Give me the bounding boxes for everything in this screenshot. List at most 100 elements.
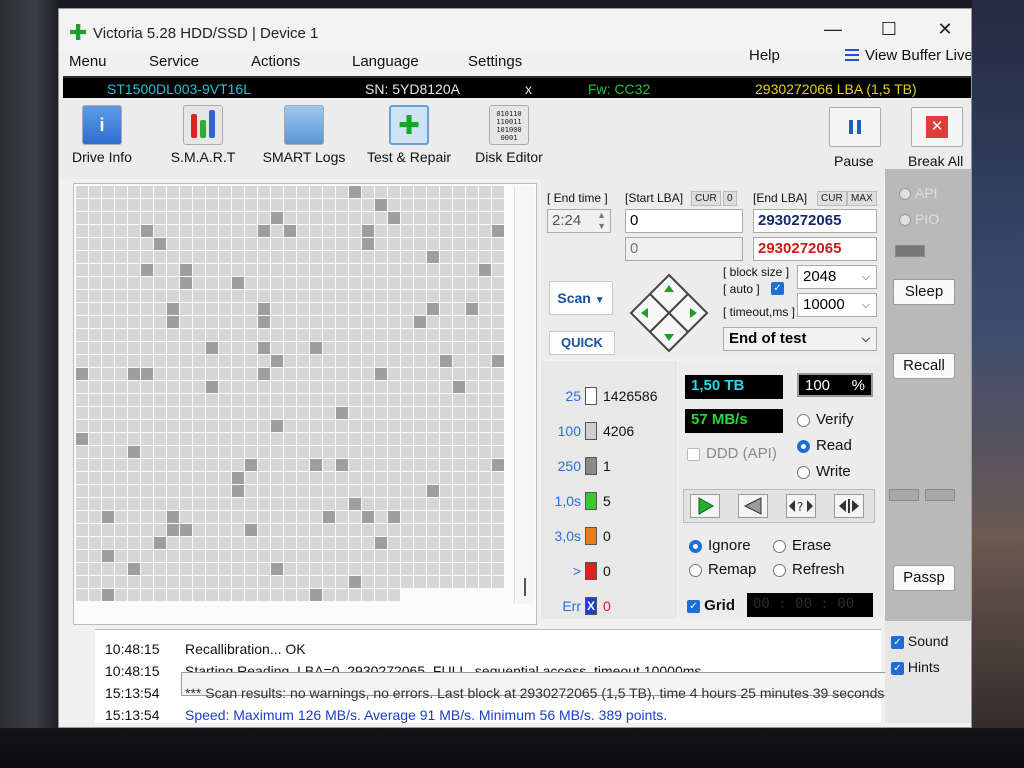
block-cell bbox=[193, 238, 205, 250]
api-radio[interactable]: API bbox=[899, 185, 938, 201]
smart-button[interactable]: S.M.A.R.T bbox=[165, 105, 241, 165]
close-button[interactable]: ✕ bbox=[921, 15, 969, 43]
block-cell bbox=[154, 381, 166, 393]
block-cell bbox=[323, 186, 335, 198]
jump-button[interactable]: ? bbox=[786, 494, 816, 518]
sound-checkbox[interactable]: ✓ Sound bbox=[891, 633, 948, 649]
block-cell bbox=[375, 355, 387, 367]
block-cell bbox=[401, 264, 413, 276]
menu-help[interactable]: Help bbox=[749, 47, 780, 64]
block-cell bbox=[115, 394, 127, 406]
block-cell bbox=[128, 446, 140, 458]
block-cell bbox=[375, 576, 387, 588]
quick-button[interactable]: QUICK bbox=[549, 331, 615, 355]
block-cell bbox=[167, 576, 179, 588]
timeout-select[interactable]: 10000 ⌵ bbox=[797, 293, 877, 317]
end-lba-field[interactable]: 2930272065 bbox=[753, 209, 877, 233]
block-cell bbox=[375, 394, 387, 406]
direction-pad[interactable] bbox=[629, 273, 709, 353]
end-max-tag[interactable]: MAX bbox=[847, 191, 877, 206]
device-capacity: 2930272066 LBA (1,5 TB) bbox=[755, 81, 917, 97]
block-size-select[interactable]: 2048 ⌵ bbox=[797, 265, 877, 289]
radio-dot-icon bbox=[899, 214, 911, 227]
block-cell bbox=[362, 342, 374, 354]
break-all-button[interactable]: ✕ bbox=[911, 107, 963, 147]
start-cur-tag[interactable]: CUR bbox=[691, 191, 721, 206]
block-cell bbox=[180, 420, 192, 432]
maximize-button[interactable]: ☐ bbox=[865, 15, 913, 43]
block-cell bbox=[141, 251, 153, 263]
end-cur-tag[interactable]: CUR bbox=[817, 191, 847, 206]
event-log[interactable]: 10:48:15 Recallibration... OK 10:48:15 Star… bbox=[95, 629, 961, 723]
block-cell bbox=[479, 472, 491, 484]
block-cell bbox=[76, 420, 88, 432]
pause-button[interactable] bbox=[829, 107, 881, 147]
block-cell bbox=[453, 407, 465, 419]
menu-service[interactable]: Service bbox=[149, 53, 199, 70]
speed-display: 57 MB/s bbox=[685, 409, 783, 433]
block-cell bbox=[427, 420, 439, 432]
disk-editor-button[interactable]: 010110 110011 101000 0001 Disk Editor bbox=[471, 105, 547, 165]
passp-button[interactable]: Passp bbox=[893, 565, 955, 591]
block-cell bbox=[180, 277, 192, 289]
ddd-api-checkbox[interactable]: DDD (API) bbox=[687, 445, 777, 462]
drive-info-button[interactable]: i Drive Info bbox=[69, 105, 135, 165]
smart-logs-button[interactable]: SMART Logs bbox=[261, 105, 347, 165]
menu-language[interactable]: Language bbox=[352, 53, 419, 70]
grid-checkbox[interactable]: ✓ Grid bbox=[687, 597, 735, 614]
block-cell bbox=[414, 381, 426, 393]
block-cell bbox=[167, 459, 179, 471]
start-lba-field[interactable]: 0 bbox=[625, 209, 743, 233]
refresh-radio[interactable]: Refresh bbox=[773, 561, 845, 578]
block-cell bbox=[141, 511, 153, 523]
device-close-button[interactable]: x bbox=[525, 81, 532, 97]
menu-settings[interactable]: Settings bbox=[468, 53, 522, 70]
hints-checkbox[interactable]: ✓ Hints bbox=[891, 659, 940, 675]
to-end-button[interactable] bbox=[834, 494, 864, 518]
block-cell bbox=[349, 537, 361, 549]
block-cell bbox=[245, 225, 257, 237]
play-button[interactable] bbox=[690, 494, 720, 518]
end-time-field[interactable]: 2:24 ▲ ▼ bbox=[547, 209, 611, 233]
block-cell bbox=[388, 576, 400, 588]
block-cell bbox=[154, 329, 166, 341]
block-cell bbox=[362, 212, 374, 224]
back-button[interactable] bbox=[738, 494, 768, 518]
block-map-scrollbar[interactable] bbox=[514, 186, 534, 604]
block-cell bbox=[193, 264, 205, 276]
radio-icon bbox=[773, 539, 786, 553]
block-cell bbox=[349, 199, 361, 211]
menu-actions[interactable]: Actions bbox=[251, 53, 300, 70]
end-of-test-select[interactable]: End of test ⌵ bbox=[723, 327, 877, 351]
block-cell bbox=[284, 251, 296, 263]
menu-menu[interactable]: Menu bbox=[69, 53, 107, 70]
block-cell bbox=[219, 394, 231, 406]
view-buffer-live[interactable]: View Buffer Live bbox=[845, 47, 971, 64]
minimize-button[interactable]: — bbox=[809, 15, 857, 43]
block-cell bbox=[375, 381, 387, 393]
block-cell bbox=[349, 368, 361, 380]
test-repair-button[interactable]: ✚ Test & Repair bbox=[363, 105, 455, 165]
scrollbar-thumb[interactable] bbox=[524, 578, 526, 596]
block-cell bbox=[128, 511, 140, 523]
erase-radio[interactable]: Erase bbox=[773, 537, 831, 554]
block-cell bbox=[401, 446, 413, 458]
block-cell bbox=[89, 589, 101, 601]
verify-radio[interactable]: Verify bbox=[797, 411, 854, 428]
block-cell bbox=[479, 212, 491, 224]
read-radio[interactable]: Read bbox=[797, 437, 852, 454]
auto-checkbox[interactable]: ✓ bbox=[771, 282, 784, 295]
block-cell bbox=[258, 550, 270, 562]
ignore-radio[interactable]: Ignore bbox=[689, 537, 751, 554]
scan-button[interactable]: Scan ▼ bbox=[549, 281, 613, 315]
recall-button[interactable]: Recall bbox=[893, 353, 955, 379]
block-cell bbox=[180, 485, 192, 497]
remap-radio[interactable]: Remap bbox=[689, 561, 756, 578]
block-cell bbox=[76, 225, 88, 237]
block-cell bbox=[310, 186, 322, 198]
sleep-button[interactable]: Sleep bbox=[893, 279, 955, 305]
write-radio[interactable]: Write bbox=[797, 463, 851, 480]
block-cell bbox=[492, 537, 504, 549]
pio-radio[interactable]: PIO bbox=[899, 211, 939, 227]
block-cell bbox=[219, 485, 231, 497]
